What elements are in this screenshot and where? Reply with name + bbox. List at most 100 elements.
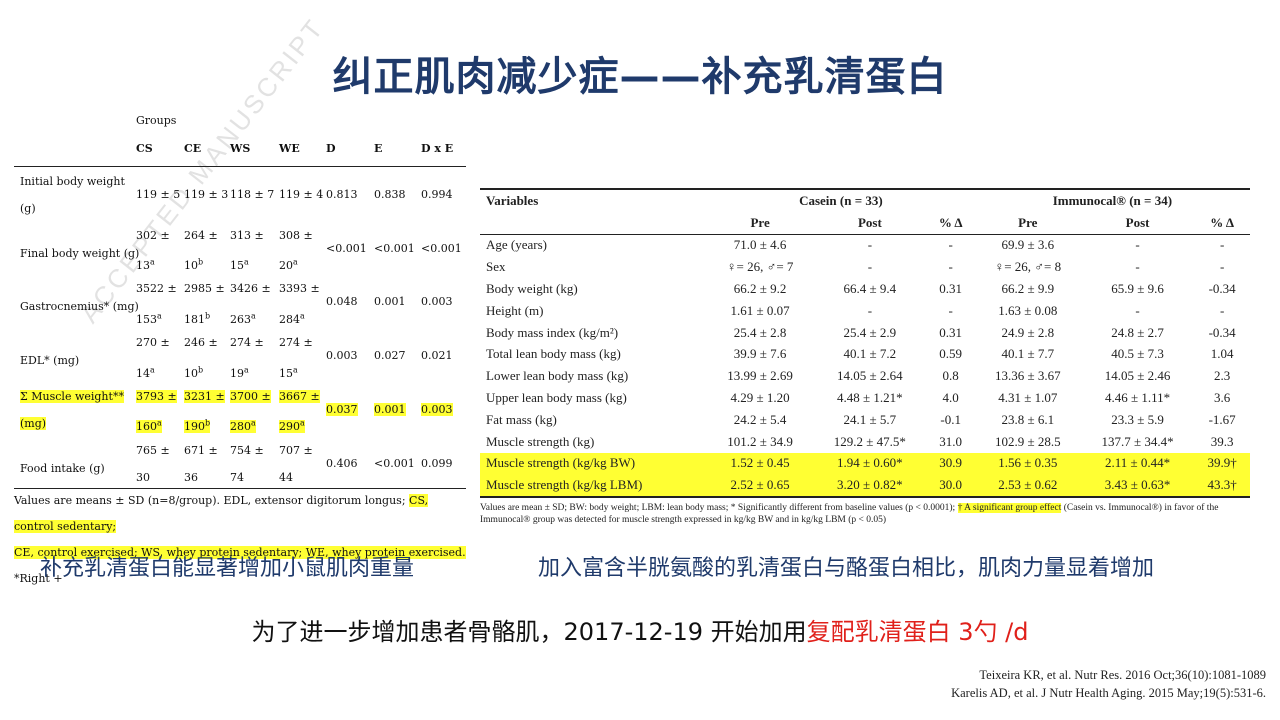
right-cell: 1.94 ± 0.60* — [813, 452, 927, 475]
table-row: Muscle strength (kg/kg LBM) 2.52 ± 0.65 3.… — [480, 474, 1250, 499]
right-cell: 1.63 ± 0.08 — [998, 302, 1058, 318]
right-cell: 39.9 ± 7.6 — [733, 346, 787, 362]
right-cell: 13.99 ± 2.69 — [727, 368, 793, 384]
left-cell: 0.813 — [326, 188, 358, 201]
right-cell: 24.1 ± 5.7 — [843, 411, 897, 427]
left-row-label: Final body weight (g) — [20, 246, 140, 260]
left-cell: 765 ±30 — [136, 443, 170, 484]
left-cell: 3426 ±263a — [230, 282, 271, 327]
left-cell: 308 ±20a — [279, 228, 313, 273]
right-cell: - — [867, 302, 873, 318]
right-cell: - — [948, 237, 953, 253]
mouse-muscle-table: ACCEPTED MANUSCRIPT Groups CS CE WS WE D E D x… — [14, 12, 466, 585]
right-cell: 1.61 ± 0.07 — [730, 302, 790, 318]
references: Teixeira KR, et al. Nutr Res. 2016 Oct;3… — [951, 666, 1266, 702]
groups-label: Groups — [136, 114, 177, 127]
left-cell: 0.099 — [421, 456, 453, 470]
right-cell: 102.9 ± 28.5 — [994, 433, 1061, 449]
right-cell: -0.34 — [1208, 324, 1236, 340]
left-col-header: WE — [279, 142, 300, 155]
left-cell: 119 ± 5 — [136, 188, 181, 201]
immunocal-header: Immunocal® (n = 34) — [974, 188, 1250, 212]
right-cell: ♀= 26, ♂= 8 — [994, 259, 1062, 275]
left-row-label: Gastrocnemius* (mg) — [20, 300, 139, 314]
left-cell: <0.001 — [421, 241, 462, 255]
left-cell: 671 ±36 — [184, 443, 218, 484]
left-cell: <0.001 — [374, 456, 415, 470]
left-cell: 0.838 — [374, 188, 406, 201]
right-cell: 25.4 ± 2.8 — [733, 324, 787, 340]
table-rule — [14, 166, 466, 167]
left-cell: 3231 ±190b — [184, 389, 225, 434]
right-cell: 0.59 — [939, 346, 963, 362]
right-cell: 23.3 ± 5.9 — [1111, 411, 1164, 427]
variable-name: Body mass index (kg/m²) — [486, 324, 619, 340]
right-cell: - — [1135, 259, 1140, 275]
right-cell: 0.8 — [942, 368, 959, 384]
right-cell: 40.1 ± 7.2 — [843, 346, 897, 362]
left-row-label: EDL* (mg) — [20, 354, 80, 368]
left-cell: 754 ±74 — [230, 443, 264, 484]
variable-name: Sex — [486, 259, 506, 275]
right-table-footnote: Values are mean ± SD; BW: body weight; L… — [480, 503, 1219, 526]
left-cell: 0.406 — [326, 456, 358, 470]
left-cell: <0.001 — [326, 241, 367, 255]
right-subheader: Post — [813, 211, 927, 235]
left-cell: 0.003 — [326, 349, 358, 363]
variable-name: Height (m) — [486, 302, 544, 318]
left-cell: 0.037 — [326, 402, 358, 416]
right-cell: 39.3 — [1210, 433, 1234, 449]
right-cell: - — [948, 302, 953, 318]
casein-header: Casein (n = 33) — [707, 188, 975, 212]
left-cell: 118 ± 7 — [230, 188, 275, 201]
right-cell: - — [867, 259, 873, 275]
table-row: Lower lean body mass (kg) 13.99 ± 2.69 14.… — [480, 365, 1250, 387]
right-cell: - — [867, 237, 873, 253]
left-cell: 313 ±15a — [230, 228, 264, 273]
right-cell: -0.1 — [940, 411, 961, 427]
blank-header — [480, 211, 708, 235]
right-cell: 4.48 ± 1.21* — [837, 390, 903, 406]
table-row: Upper lean body mass (kg) 4.29 ± 1.20 4.48… — [480, 387, 1250, 409]
left-cell: 3522 ±153a — [136, 282, 177, 327]
left-cell: 3793 ±160a — [136, 389, 177, 434]
right-cell: 3.43 ± 0.63* — [1080, 474, 1195, 499]
right-cell: - — [948, 259, 953, 275]
right-cell: - — [1135, 237, 1140, 253]
right-cell: 2.11 ± 0.44* — [1080, 452, 1195, 475]
left-cell: 0.994 — [421, 188, 453, 201]
left-cell: 246 ±10b — [184, 336, 218, 380]
main-statement: 为了进一步增加患者骨骼肌，2017-12-19 开始加用复配乳清蛋白 3勺 /d — [251, 618, 1029, 646]
right-cell: 2.53 ± 0.62 — [974, 474, 1081, 499]
left-cell: <0.001 — [374, 241, 415, 255]
right-cell: 69.9 ± 3.6 — [1001, 237, 1055, 253]
right-cell: 13.36 ± 3.67 — [994, 368, 1061, 384]
right-cell: 2.52 ± 0.65 — [707, 474, 814, 499]
caption-left: 补充乳清蛋白能显著增加小鼠肌肉重量 — [40, 556, 415, 581]
right-cell: 30.0 — [926, 474, 975, 499]
variable-name: Muscle strength (kg/kg BW) — [480, 452, 708, 475]
right-cell: - — [1135, 302, 1140, 318]
variable-name: Total lean body mass (kg) — [486, 346, 621, 362]
right-cell: 3.20 ± 0.82* — [813, 474, 927, 499]
reference-1: Teixeira KR, et al. Nutr Res. 2016 Oct;3… — [979, 668, 1266, 682]
variable-name: Body weight (kg) — [486, 281, 578, 297]
right-cell: 25.4 ± 2.9 — [843, 324, 897, 340]
table-row: Fat mass (kg) 24.2 ± 5.4 24.1 ± 5.7 -0.1 23.… — [480, 409, 1250, 431]
left-col-header: D — [326, 142, 336, 155]
left-cell: 0.003 — [421, 402, 453, 416]
right-cell: 14.05 ± 2.46 — [1104, 368, 1171, 384]
left-col-header: E — [374, 142, 383, 155]
right-cell: 137.7 ± 34.4* — [1101, 433, 1174, 449]
right-subheader: % Δ — [1194, 211, 1250, 235]
table-row: Age (years) 71.0 ± 4.6 - - 69.9 ± 3.6 - - — [480, 234, 1250, 256]
right-subheader: Pre — [707, 211, 814, 235]
right-cell: - — [1219, 237, 1225, 253]
right-cell: 2.3 — [1214, 368, 1231, 384]
right-cell: 4.29 ± 1.20 — [730, 390, 790, 406]
right-cell: 4.31 ± 1.07 — [998, 390, 1058, 406]
left-cell: 0.001 — [374, 402, 406, 416]
table-row: Muscle strength (kg/kg BW) 1.52 ± 0.45 1.9… — [480, 452, 1250, 475]
left-cell: 3700 ±280a — [230, 389, 271, 434]
right-cell: - — [1219, 302, 1225, 318]
